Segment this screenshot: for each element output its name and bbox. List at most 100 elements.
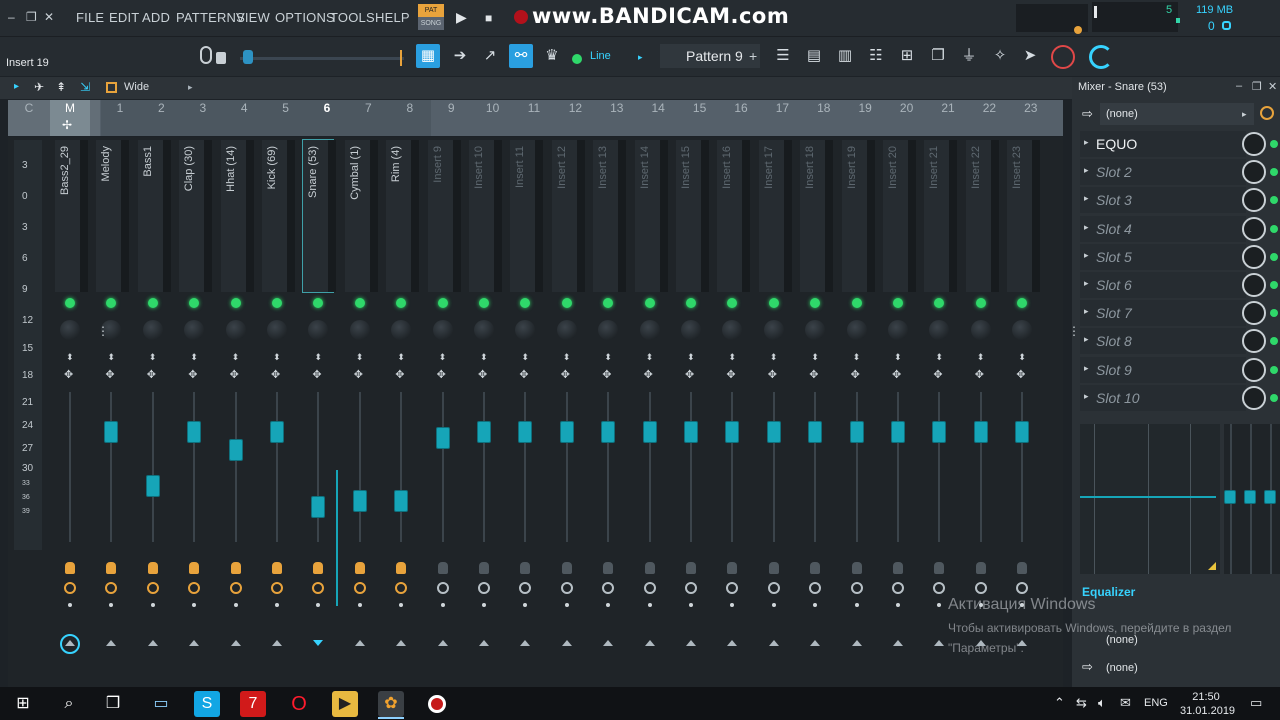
route-dot[interactable] [357, 603, 362, 607]
output-bottom[interactable]: (none) [1106, 662, 1138, 674]
arm-record-icon[interactable] [644, 562, 655, 574]
volume-fader[interactable] [973, 421, 988, 443]
slot-mix-knob[interactable] [1242, 132, 1266, 156]
channel-number[interactable]: 19 [850, 101, 880, 115]
effect-slot[interactable]: ▸ Slot 6 [1080, 272, 1246, 298]
volume-fader[interactable] [518, 421, 533, 443]
stereo-sep-icon[interactable]: ⬍ [935, 352, 943, 363]
mute-led[interactable] [686, 298, 696, 308]
route-arrow-icon[interactable] [147, 640, 158, 646]
notification-icon[interactable]: ✉ [1120, 695, 1131, 711]
clock[interactable]: 21:50 31.01.2019 [1180, 690, 1235, 718]
arm-record-icon[interactable] [437, 562, 448, 574]
pan-knob[interactable] [639, 320, 660, 340]
arm-record-icon[interactable] [272, 562, 282, 574]
arm-record-icon[interactable] [520, 562, 531, 574]
slot-enable-led[interactable] [1270, 365, 1278, 374]
route-arrow-icon[interactable] [603, 640, 614, 646]
volume-fader[interactable] [352, 490, 367, 512]
pan-knob[interactable] [970, 320, 991, 340]
slot-expand-icon[interactable]: ▸ [1084, 250, 1089, 261]
stereo-sep-icon[interactable]: ⬍ [770, 352, 778, 363]
stereo-sep-icon[interactable]: ⬍ [232, 352, 240, 363]
pan-knob[interactable] [267, 320, 287, 340]
route-dot[interactable] [896, 603, 900, 607]
pan-knob[interactable] [681, 320, 701, 340]
latency-icon[interactable] [146, 582, 159, 594]
snap-mode[interactable]: Line [590, 50, 611, 62]
channel-number[interactable]: 23 [1016, 101, 1046, 115]
skype-icon[interactable]: S [194, 691, 220, 717]
channel-number[interactable]: 15 [685, 101, 715, 115]
slot-expand-icon[interactable]: ▸ [1084, 193, 1089, 204]
stereo-sep-icon[interactable]: ⬍ [977, 352, 985, 363]
mute-led[interactable] [851, 298, 862, 308]
swap-icon[interactable]: ✥ [851, 368, 860, 381]
slot-enable-led[interactable] [1270, 281, 1278, 289]
slot-expand-icon[interactable]: ▸ [1084, 306, 1089, 317]
swap-icon[interactable]: ✥ [933, 368, 942, 381]
eq-high-fader[interactable] [1264, 490, 1276, 504]
route-arrow-icon[interactable] [810, 640, 821, 646]
stereo-sep-icon[interactable]: ⬍ [521, 352, 529, 363]
slot-enable-led[interactable] [1270, 224, 1278, 233]
strip-menu-icon[interactable]: ⋮ [1068, 324, 1080, 338]
channel-number[interactable]: 7 [353, 101, 383, 115]
channel-number[interactable]: 13 [602, 101, 632, 115]
media-icon[interactable]: ▶ [332, 691, 358, 717]
volume-fader[interactable] [270, 421, 284, 443]
arm-record-icon[interactable] [893, 562, 903, 574]
swap-icon[interactable]: ✥ [1016, 368, 1025, 381]
channel-number[interactable]: 10 [478, 101, 508, 115]
arm-record-icon[interactable] [603, 562, 614, 574]
latency-icon[interactable] [1260, 106, 1274, 120]
swap-icon[interactable]: ✥ [602, 368, 611, 381]
route-dot[interactable] [482, 603, 486, 607]
pan-knob[interactable] [474, 320, 494, 340]
channel-number[interactable]: 5 [271, 101, 301, 115]
explorer-icon[interactable]: ▭ [148, 691, 174, 717]
slot-expand-icon[interactable]: ▸ [1084, 363, 1089, 374]
volume-fader[interactable] [808, 421, 823, 443]
stereo-sep-icon[interactable]: ⬍ [314, 352, 322, 363]
route-dot[interactable] [440, 603, 445, 607]
volume-fader[interactable] [601, 421, 616, 443]
mute-led[interactable] [893, 298, 903, 308]
swap-icon[interactable]: ✥ [64, 368, 73, 381]
volume-fader[interactable] [1015, 421, 1030, 443]
latency-icon[interactable] [685, 582, 697, 594]
arm-record-icon[interactable] [727, 562, 738, 574]
add-pattern-icon[interactable]: + [749, 48, 757, 64]
arm-record-icon[interactable] [561, 562, 572, 574]
stereo-sep-icon[interactable]: ⬍ [811, 352, 819, 363]
link-icon[interactable]: ⚯ [509, 44, 533, 68]
arm-record-icon[interactable] [106, 562, 117, 574]
route-arrow-icon[interactable] [272, 640, 282, 646]
stereo-sep-icon[interactable]: ⬍ [646, 352, 654, 363]
route-dot[interactable] [68, 603, 72, 607]
route-dot[interactable] [978, 603, 983, 607]
arm-record-icon[interactable] [479, 562, 489, 574]
minimize-icon[interactable]: – [8, 10, 15, 24]
arm-record-icon[interactable] [768, 562, 779, 574]
swap-icon[interactable]: ✥ [354, 368, 363, 381]
panel-restore-icon[interactable]: ❐ [1252, 80, 1262, 93]
volume-fader[interactable] [642, 421, 657, 443]
effect-slot[interactable]: ▸ Slot 4 [1080, 215, 1246, 242]
current-channel-label[interactable]: C [14, 101, 44, 115]
route-arrow-icon[interactable] [520, 640, 531, 646]
pan-knob[interactable] [888, 320, 908, 340]
app-icon[interactable]: 7 [240, 691, 266, 717]
pan-knob[interactable] [556, 320, 577, 340]
eq-low-fader[interactable] [1224, 490, 1236, 504]
route-arrow-icon[interactable] [106, 640, 117, 646]
swap-icon[interactable]: ✥ [478, 368, 487, 381]
pat-song-toggle[interactable]: PAT SONG [418, 4, 444, 32]
tray-network-icon[interactable]: ⇆ [1076, 695, 1087, 711]
stereo-sep-icon[interactable]: ⬍ [894, 352, 902, 363]
latency-icon[interactable] [271, 582, 283, 594]
slot-mix-knob[interactable] [1242, 216, 1266, 241]
mute-led[interactable] [561, 298, 572, 308]
arm-record-icon[interactable] [934, 562, 945, 574]
stereo-sep-icon[interactable]: ⬍ [273, 352, 281, 363]
